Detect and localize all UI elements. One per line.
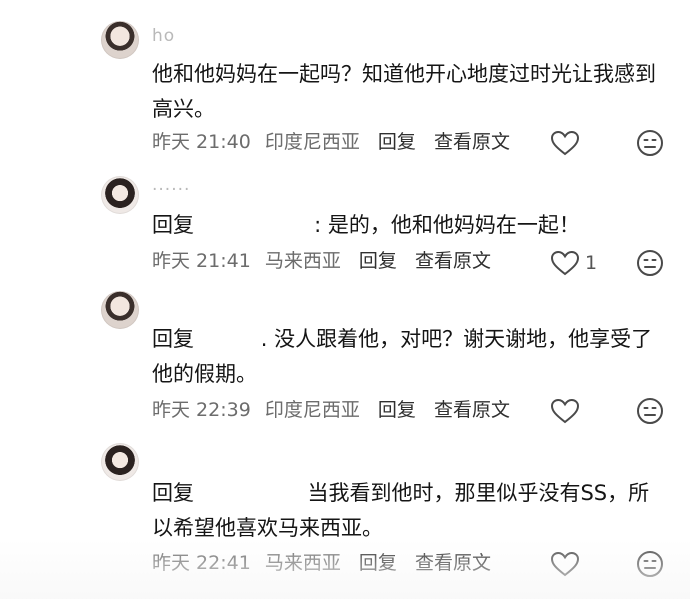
location: 印度尼西亚 — [264, 399, 360, 421]
timestamp: 昨天 22:39 — [152, 399, 251, 421]
heart-icon[interactable] — [550, 130, 580, 156]
reply-button[interactable]: 回复 — [359, 248, 397, 274]
timestamp: 昨天 21:40 — [152, 131, 251, 153]
comment-text: 回复 : 是的，他和他妈妈在一起！ — [152, 213, 580, 237]
heart-icon[interactable] — [550, 551, 580, 577]
username[interactable]: ...... — [152, 175, 190, 195]
location: 马来西亚 — [264, 250, 341, 272]
location: 马来西亚 — [264, 552, 341, 574]
view-original-button[interactable]: 查看原文 — [434, 129, 510, 155]
location: 印度尼西亚 — [264, 131, 360, 153]
reply-button[interactable]: 回复 — [378, 129, 416, 155]
heart-icon[interactable] — [550, 398, 580, 424]
reply-button[interactable]: 回复 — [378, 397, 416, 423]
neutral-face-icon[interactable] — [636, 129, 664, 157]
username[interactable]: ho — [152, 26, 175, 46]
comment-meta: 昨天 21:41 马来西亚 回复 查看原文 — [152, 248, 491, 274]
timestamp: 昨天 22:41 — [152, 552, 251, 574]
avatar[interactable] — [101, 291, 139, 329]
avatar[interactable] — [101, 21, 139, 59]
view-original-button[interactable]: 查看原文 — [415, 248, 491, 274]
comment-text: 回复 . 没人跟着他，对吧？谢天谢地，他享受了他的假期。 — [152, 327, 653, 386]
comment-text: 回复 当我看到他时，那里似乎没有SS，所以希望他喜欢马来西亚。 — [152, 481, 650, 540]
reply-button[interactable]: 回复 — [359, 550, 397, 576]
avatar[interactable] — [101, 443, 139, 481]
comment-meta: 昨天 22:39 印度尼西亚 回复 查看原文 — [152, 397, 510, 423]
avatar[interactable] — [101, 176, 139, 214]
timestamp: 昨天 21:41 — [152, 250, 251, 272]
comment-meta: 昨天 22:41 马来西亚 回复 查看原文 — [152, 550, 491, 576]
neutral-face-icon[interactable] — [636, 550, 664, 578]
comment-meta: 昨天 21:40 印度尼西亚 回复 查看原文 — [152, 129, 510, 155]
heart-icon[interactable] — [550, 250, 580, 276]
view-original-button[interactable]: 查看原文 — [415, 550, 491, 576]
comment-text: 他和他妈妈在一起吗？知道他开心地度过时光让我感到高兴。 — [152, 62, 656, 121]
neutral-face-icon[interactable] — [636, 397, 664, 425]
like-count: 1 — [585, 252, 598, 274]
neutral-face-icon[interactable] — [636, 249, 664, 277]
view-original-button[interactable]: 查看原文 — [434, 397, 510, 423]
